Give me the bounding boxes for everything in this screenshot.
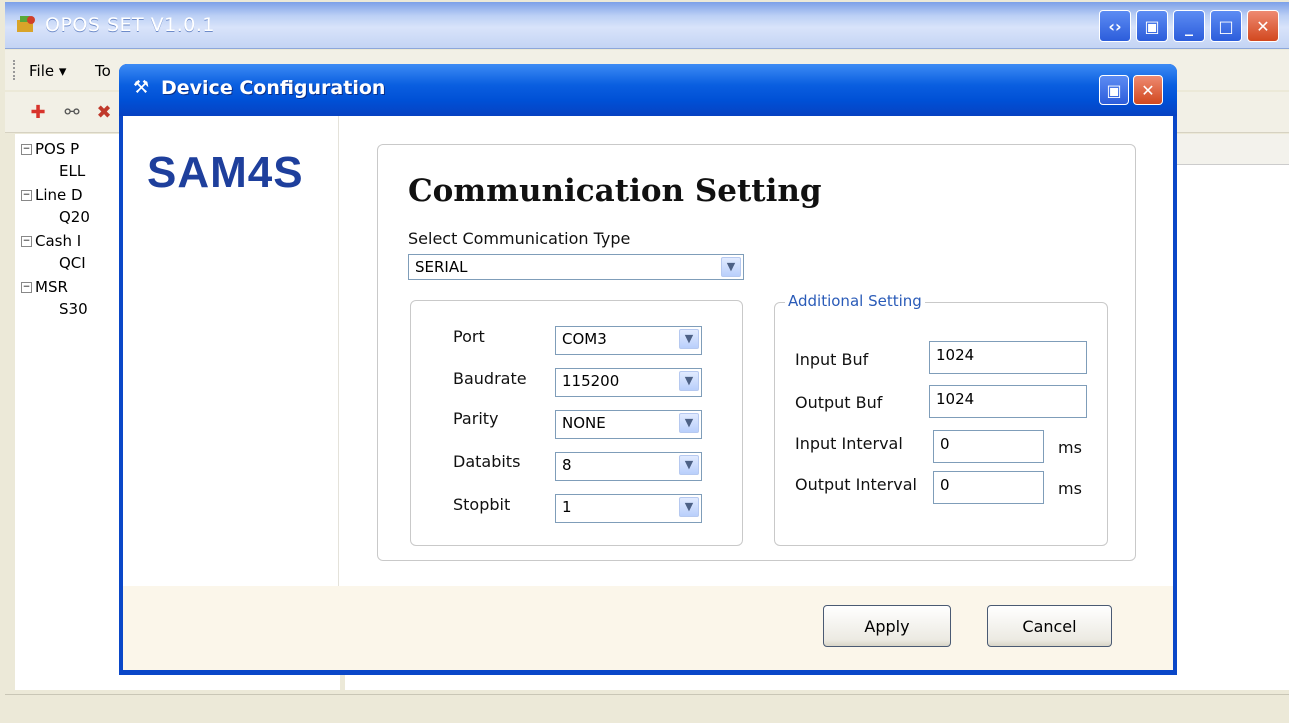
- chevron-down-icon[interactable]: ▼: [679, 413, 699, 433]
- collapse-icon[interactable]: −: [21, 144, 32, 155]
- tree-child[interactable]: S30: [59, 300, 88, 318]
- databits-label: Databits: [453, 452, 521, 471]
- output-buf-label: Output Buf: [795, 393, 883, 412]
- tree-item-pos-printer[interactable]: − POS P: [21, 140, 79, 158]
- tree-item-msr[interactable]: − MSR: [21, 278, 68, 296]
- dialog-body: SAM4S Communication Setting Select Commu…: [123, 116, 1173, 670]
- input-interval-field[interactable]: 0: [933, 430, 1044, 463]
- parity-select[interactable]: NONE ▼: [555, 410, 702, 439]
- device-configuration-dialog: ⚒ Device Configuration ▣ ✕ SAM4S Communi…: [119, 64, 1177, 675]
- divider: [338, 116, 339, 586]
- dialog-titlebar: ⚒ Device Configuration ▣ ✕: [119, 64, 1177, 116]
- tree-child[interactable]: Q20: [59, 208, 90, 226]
- chevron-down-icon[interactable]: ▼: [679, 455, 699, 475]
- input-buf-field[interactable]: 1024: [929, 341, 1087, 374]
- main-window-title: OPOS SET V1.0.1: [45, 14, 216, 36]
- collapse-icon[interactable]: −: [21, 236, 32, 247]
- expand-icon[interactable]: ‹›: [1099, 10, 1131, 42]
- output-buf-field[interactable]: 1024: [929, 385, 1087, 418]
- input-buf-label: Input Buf: [795, 350, 869, 369]
- page-title: Communication Setting: [408, 173, 822, 209]
- close-button[interactable]: ✕: [1247, 10, 1279, 42]
- additional-setting-legend: Additional Setting: [785, 292, 925, 310]
- output-interval-field[interactable]: 0: [933, 471, 1044, 504]
- tree-child[interactable]: ELL: [59, 162, 85, 180]
- port-label: Port: [453, 327, 485, 346]
- chevron-down-icon[interactable]: ▼: [721, 257, 741, 277]
- stopbit-label: Stopbit: [453, 495, 511, 514]
- collapse-icon[interactable]: −: [21, 190, 32, 201]
- menu-tools[interactable]: To: [95, 62, 111, 80]
- minimize-button[interactable]: _: [1173, 10, 1205, 42]
- main-titlebar: OPOS SET V1.0.1 ‹› ▣ _ □ ✕: [5, 2, 1289, 49]
- tree-item-cash-drawer[interactable]: − Cash I: [21, 232, 81, 250]
- additional-setting-box: Additional Setting Input Buf 1024 Output…: [774, 292, 1108, 546]
- input-interval-label: Input Interval: [795, 434, 903, 453]
- output-interval-label: Output Interval: [795, 475, 917, 494]
- tree-child[interactable]: QCI: [59, 254, 86, 272]
- output-interval-unit: ms: [1058, 479, 1082, 498]
- port-select[interactable]: COM3 ▼: [555, 326, 702, 355]
- hammer-icon: ⚒: [133, 77, 150, 98]
- apply-button[interactable]: Apply: [823, 605, 951, 647]
- tree-item-line-display[interactable]: − Line D: [21, 186, 83, 204]
- parity-label: Parity: [453, 409, 499, 428]
- chevron-down-icon[interactable]: ▼: [679, 329, 699, 349]
- link-icon[interactable]: ⚯: [61, 102, 83, 124]
- chevron-down-icon[interactable]: ▼: [679, 497, 699, 517]
- cancel-button[interactable]: Cancel: [987, 605, 1112, 647]
- collapse-icon[interactable]: −: [21, 282, 32, 293]
- delete-icon[interactable]: ✖: [93, 102, 115, 124]
- serial-settings-box: Port COM3 ▼ Baudrate 115200 ▼ Parity NONE ▼…: [410, 300, 743, 546]
- chevron-down-icon[interactable]: ▼: [679, 371, 699, 391]
- baudrate-label: Baudrate: [453, 369, 527, 388]
- dialog-close-button[interactable]: ✕: [1133, 75, 1163, 105]
- dialog-footer: Apply Cancel: [123, 586, 1173, 670]
- status-bar: [5, 694, 1289, 723]
- comm-type-select[interactable]: SERIAL ▼: [408, 254, 744, 280]
- restore-icon[interactable]: ▣: [1136, 10, 1168, 42]
- baudrate-select[interactable]: 115200 ▼: [555, 368, 702, 397]
- sam4s-logo: SAM4S: [147, 148, 304, 197]
- communication-setting-panel: Communication Setting Select Communicati…: [377, 144, 1136, 561]
- menu-grip: [13, 60, 19, 80]
- add-device-icon[interactable]: ✚: [27, 102, 49, 124]
- restore-icon[interactable]: ▣: [1099, 75, 1129, 105]
- app-icon: [15, 14, 37, 36]
- maximize-button[interactable]: □: [1210, 10, 1242, 42]
- stopbit-select[interactable]: 1 ▼: [555, 494, 702, 523]
- dialog-title: Device Configuration: [161, 77, 386, 99]
- input-interval-unit: ms: [1058, 438, 1082, 457]
- comm-type-label: Select Communication Type: [408, 229, 631, 248]
- databits-select[interactable]: 8 ▼: [555, 452, 702, 481]
- menu-file[interactable]: File ▾: [29, 62, 66, 80]
